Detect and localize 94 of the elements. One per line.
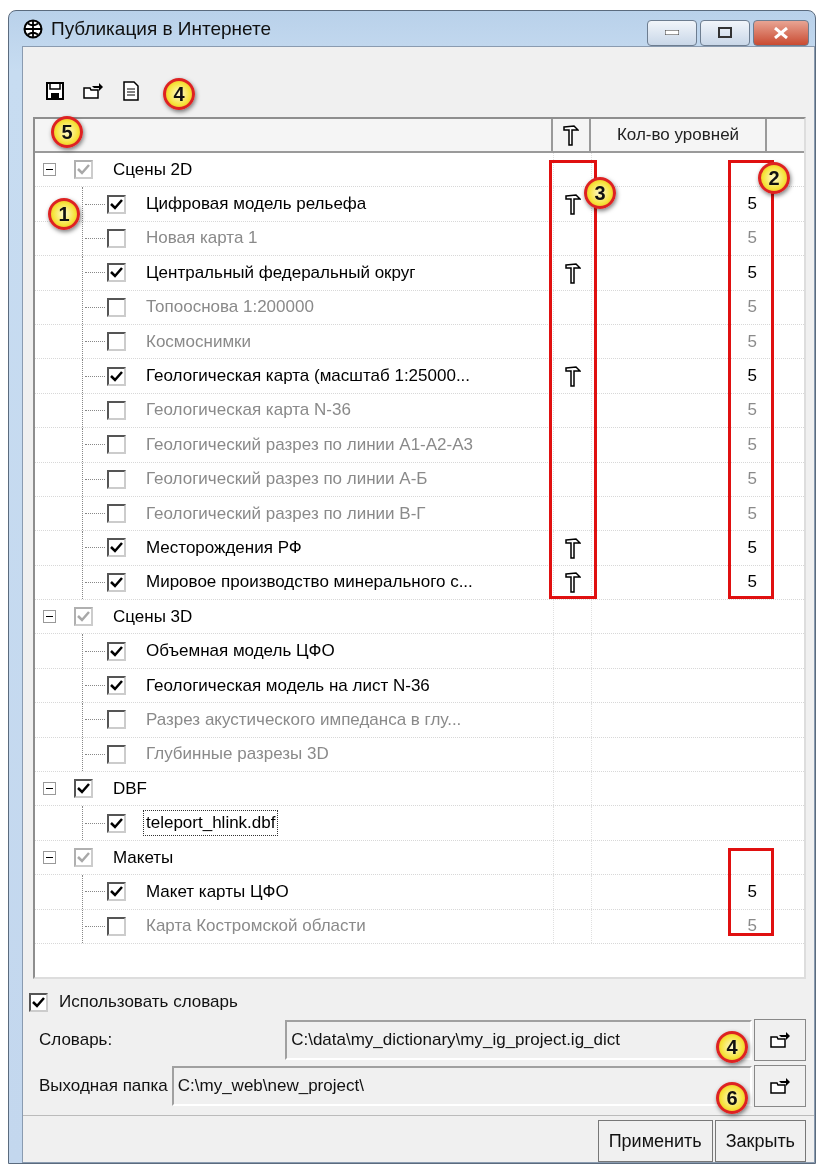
close-icon xyxy=(773,26,789,39)
level-count: 5 xyxy=(747,916,757,937)
maximize-icon xyxy=(718,27,732,38)
column-header[interactable] xyxy=(553,119,591,153)
tree-item-label[interactable]: Космоснимки xyxy=(143,328,254,355)
tree-item-label[interactable]: Разрез акустического импеданса в глу... xyxy=(143,706,465,733)
tree-item-label[interactable]: Геологическая карта N-36 xyxy=(143,397,354,424)
level-count: 5 xyxy=(747,881,757,902)
level-count: 5 xyxy=(747,297,757,318)
minus-icon xyxy=(46,857,53,858)
minimize-icon xyxy=(665,30,679,35)
tree-group-label[interactable]: DBF xyxy=(110,775,150,802)
app-globe-icon xyxy=(23,18,43,39)
maximize-button[interactable] xyxy=(700,19,750,46)
level-count: 5 xyxy=(747,400,757,421)
tree-item-label[interactable]: Геологическая карта (масштаб 1:25000... xyxy=(143,363,474,390)
checkbox[interactable] xyxy=(107,194,126,214)
tree-item-label[interactable]: Месторождения РФ xyxy=(143,535,305,561)
checkbox[interactable] xyxy=(107,538,126,558)
minus-icon xyxy=(46,616,53,618)
level-count: 5 xyxy=(747,538,757,558)
tree-item-label[interactable]: Центральный федеральный округ xyxy=(143,259,419,286)
checkbox[interactable] xyxy=(107,710,126,730)
checkbox[interactable] xyxy=(74,607,93,627)
checkbox[interactable] xyxy=(107,297,126,317)
open-folder-icon xyxy=(83,82,103,100)
level-count: 5 xyxy=(747,434,757,455)
tree-group-label[interactable]: Сцены 3D xyxy=(110,603,196,630)
save-button[interactable] xyxy=(43,79,67,103)
checkbox[interactable] xyxy=(107,366,126,386)
tree-item-label[interactable]: teleport_hlink.dbf xyxy=(143,810,279,837)
collapse-toggle[interactable] xyxy=(43,782,56,796)
close-button[interactable] xyxy=(753,19,809,46)
open-folder-icon xyxy=(770,1031,790,1049)
checkbox[interactable] xyxy=(74,160,93,180)
checkbox-label[interactable]: Использовать словарь xyxy=(59,992,238,1012)
hammer-icon xyxy=(564,571,581,594)
apply-button[interactable]: Применить xyxy=(597,1120,713,1162)
tree-item-label[interactable]: Геологическая модель на лист N-36 xyxy=(143,672,433,699)
checkbox[interactable] xyxy=(107,469,126,489)
collapse-toggle[interactable] xyxy=(43,610,56,624)
level-count: 5 xyxy=(747,366,757,387)
field-label: Выходная папка xyxy=(39,1076,168,1096)
checkbox[interactable] xyxy=(107,263,126,283)
checkbox[interactable] xyxy=(107,504,126,524)
checkbox[interactable] xyxy=(107,744,126,764)
minimize-button[interactable] xyxy=(647,19,697,46)
tree-item-label[interactable]: Карта Костромской области xyxy=(143,913,369,940)
level-count: 5 xyxy=(747,469,757,490)
tree-item-label[interactable]: Глубинные разрезы 3D xyxy=(143,741,332,768)
close-dialog-button[interactable]: Закрыть xyxy=(714,1120,806,1162)
checkbox[interactable] xyxy=(74,848,93,867)
browse-button[interactable] xyxy=(754,1065,806,1107)
tree-item-label[interactable]: Макет карты ЦФО xyxy=(143,878,292,905)
checkbox[interactable] xyxy=(74,779,93,799)
browse-button[interactable] xyxy=(754,1019,806,1061)
level-count: 5 xyxy=(747,228,757,249)
level-count: 5 xyxy=(747,503,757,524)
level-count: 5 xyxy=(747,194,757,215)
tree-item-label[interactable]: Новая карта 1 xyxy=(143,225,261,252)
hammer-icon xyxy=(564,537,581,559)
checkbox[interactable] xyxy=(107,400,126,420)
tree-item-label[interactable]: Геологический разрез по линии А1-А2-А3 xyxy=(143,431,476,458)
tree-item-label[interactable]: Цифровая модель рельефа xyxy=(143,191,370,218)
tree-item-label[interactable]: Объемная модель ЦФО xyxy=(143,638,338,665)
checkbox[interactable] xyxy=(107,882,126,902)
checkbox[interactable] xyxy=(107,813,126,833)
checkbox[interactable] xyxy=(107,228,126,248)
hammer-icon xyxy=(564,261,581,284)
hammer-icon xyxy=(564,365,581,388)
collapse-toggle[interactable] xyxy=(43,851,56,864)
checkbox[interactable] xyxy=(107,916,126,936)
hammer-icon xyxy=(564,193,581,216)
checkbox[interactable] xyxy=(107,676,126,696)
checkbox[interactable] xyxy=(107,572,126,592)
checkbox[interactable] xyxy=(107,435,126,455)
minus-icon xyxy=(46,788,53,790)
checkbox[interactable] xyxy=(29,992,48,1012)
column-header[interactable]: Кол-во уровней xyxy=(591,119,767,153)
collapse-toggle[interactable] xyxy=(43,163,56,177)
window-title: Публикация в Интернете xyxy=(51,17,273,40)
checkbox[interactable] xyxy=(107,641,126,661)
hammer-icon xyxy=(563,124,579,146)
level-count: 5 xyxy=(747,262,757,283)
tree-group-label[interactable]: Макеты xyxy=(110,844,177,871)
level-count: 5 xyxy=(747,572,757,593)
open-folder-icon xyxy=(770,1077,790,1095)
checkbox[interactable] xyxy=(107,332,126,352)
tree-item-label[interactable]: Топооснова 1:200000 xyxy=(143,294,317,321)
level-count: 5 xyxy=(747,331,757,352)
tree-item-label[interactable]: Мировое производство минерального с... xyxy=(143,569,476,596)
tree-group-label[interactable]: Сцены 2D xyxy=(110,156,196,183)
minus-icon xyxy=(46,169,53,171)
field-label: Словарь: xyxy=(39,1030,113,1050)
